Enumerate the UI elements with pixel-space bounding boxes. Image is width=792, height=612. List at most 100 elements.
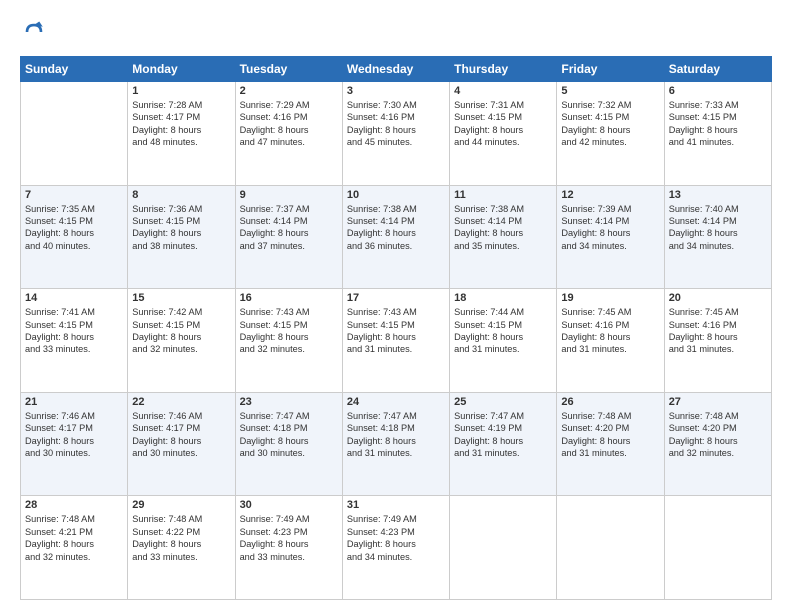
weekday-header-saturday: Saturday xyxy=(664,57,771,82)
cell-content: Sunrise: 7:48 AMSunset: 4:20 PMDaylight:… xyxy=(669,410,767,460)
day-number: 4 xyxy=(454,85,552,97)
day-number: 14 xyxy=(25,292,123,304)
cell-content: Sunrise: 7:45 AMSunset: 4:16 PMDaylight:… xyxy=(561,306,659,356)
day-number: 1 xyxy=(132,85,230,97)
cell-content: Sunrise: 7:29 AMSunset: 4:16 PMDaylight:… xyxy=(240,99,338,149)
calendar-cell: 27 Sunrise: 7:48 AMSunset: 4:20 PMDayligh… xyxy=(664,392,771,496)
page: SundayMondayTuesdayWednesdayThursdayFrid… xyxy=(0,0,792,612)
calendar-cell: 20Sunrise: 7:45 AMSunset: 4:16 PMDayligh… xyxy=(664,289,771,393)
day-number: 8 xyxy=(132,189,230,201)
day-number: 28 xyxy=(25,499,123,511)
calendar-cell: 22Sunrise: 7:46 AMSunset: 4:17 PMDayligh… xyxy=(128,392,235,496)
cell-content: Sunrise: 7:49 AMSunset: 4:23 PMDaylight:… xyxy=(347,513,445,563)
day-number: 27 xyxy=(669,396,767,408)
calendar-cell: 8 Sunrise: 7:36 AMSunset: 4:15 PMDaylight… xyxy=(128,185,235,289)
day-number: 2 xyxy=(240,85,338,97)
calendar-cell: 7 Sunrise: 7:35 AMSunset: 4:15 PMDaylight… xyxy=(21,185,128,289)
cell-content: Sunrise: 7:47 AMSunset: 4:19 PMDaylight:… xyxy=(454,410,552,460)
cell-content: Sunrise: 7:41 AMSunset: 4:15 PMDaylight:… xyxy=(25,306,123,356)
calendar-table: SundayMondayTuesdayWednesdayThursdayFrid… xyxy=(20,56,772,600)
cell-content: Sunrise: 7:46 AMSunset: 4:17 PMDaylight:… xyxy=(25,410,123,460)
day-number: 18 xyxy=(454,292,552,304)
cell-content: Sunrise: 7:38 AMSunset: 4:14 PMDaylight:… xyxy=(454,203,552,253)
cell-content: Sunrise: 7:30 AMSunset: 4:16 PMDaylight:… xyxy=(347,99,445,149)
weekday-header-wednesday: Wednesday xyxy=(342,57,449,82)
weekday-header-monday: Monday xyxy=(128,57,235,82)
calendar-cell: 3 Sunrise: 7:30 AMSunset: 4:16 PMDaylight… xyxy=(342,82,449,186)
cell-content: Sunrise: 7:38 AMSunset: 4:14 PMDaylight:… xyxy=(347,203,445,253)
cell-content: Sunrise: 7:39 AMSunset: 4:14 PMDaylight:… xyxy=(561,203,659,253)
calendar-row-2: 14 Sunrise: 7:41 AMSunset: 4:15 PMDayligh… xyxy=(21,289,772,393)
cell-content: Sunrise: 7:31 AMSunset: 4:15 PMDaylight:… xyxy=(454,99,552,149)
day-number: 6 xyxy=(669,85,767,97)
weekday-header-tuesday: Tuesday xyxy=(235,57,342,82)
calendar-cell: 5Sunrise: 7:32 AMSunset: 4:15 PMDaylight… xyxy=(557,82,664,186)
calendar-row-4: 28 Sunrise: 7:48 AMSunset: 4:21 PMDayligh… xyxy=(21,496,772,600)
day-number: 5 xyxy=(561,85,659,97)
calendar-cell: 14 Sunrise: 7:41 AMSunset: 4:15 PMDayligh… xyxy=(21,289,128,393)
day-number: 13 xyxy=(669,189,767,201)
cell-content: Sunrise: 7:40 AMSunset: 4:14 PMDaylight:… xyxy=(669,203,767,253)
logo xyxy=(20,18,52,46)
day-number: 29 xyxy=(132,499,230,511)
calendar-cell: 13 Sunrise: 7:40 AMSunset: 4:14 PMDayligh… xyxy=(664,185,771,289)
day-number: 11 xyxy=(454,189,552,201)
calendar-cell: 11 Sunrise: 7:38 AMSunset: 4:14 PMDayligh… xyxy=(450,185,557,289)
day-number: 19 xyxy=(561,292,659,304)
day-number: 30 xyxy=(240,499,338,511)
calendar-row-3: 21 Sunrise: 7:46 AMSunset: 4:17 PMDayligh… xyxy=(21,392,772,496)
calendar-cell: 28 Sunrise: 7:48 AMSunset: 4:21 PMDayligh… xyxy=(21,496,128,600)
header xyxy=(20,18,772,46)
calendar-cell: 30 Sunrise: 7:49 AMSunset: 4:23 PMDayligh… xyxy=(235,496,342,600)
calendar-cell xyxy=(450,496,557,600)
calendar-cell: 24Sunrise: 7:47 AMSunset: 4:18 PMDayligh… xyxy=(342,392,449,496)
day-number: 23 xyxy=(240,396,338,408)
day-number: 26 xyxy=(561,396,659,408)
calendar-cell: 18Sunrise: 7:44 AMSunset: 4:15 PMDayligh… xyxy=(450,289,557,393)
weekday-header-thursday: Thursday xyxy=(450,57,557,82)
cell-content: Sunrise: 7:35 AMSunset: 4:15 PMDaylight:… xyxy=(25,203,123,253)
cell-content: Sunrise: 7:42 AMSunset: 4:15 PMDaylight:… xyxy=(132,306,230,356)
cell-content: Sunrise: 7:45 AMSunset: 4:16 PMDaylight:… xyxy=(669,306,767,356)
cell-content: Sunrise: 7:48 AMSunset: 4:21 PMDaylight:… xyxy=(25,513,123,563)
cell-content: Sunrise: 7:36 AMSunset: 4:15 PMDaylight:… xyxy=(132,203,230,253)
day-number: 22 xyxy=(132,396,230,408)
calendar-cell xyxy=(557,496,664,600)
day-number: 17 xyxy=(347,292,445,304)
day-number: 31 xyxy=(347,499,445,511)
calendar-cell: 29 Sunrise: 7:48 AMSunset: 4:22 PMDayligh… xyxy=(128,496,235,600)
calendar-row-1: 7 Sunrise: 7:35 AMSunset: 4:15 PMDaylight… xyxy=(21,185,772,289)
day-number: 3 xyxy=(347,85,445,97)
calendar-cell xyxy=(21,82,128,186)
day-number: 15 xyxy=(132,292,230,304)
day-number: 10 xyxy=(347,189,445,201)
day-number: 12 xyxy=(561,189,659,201)
calendar-cell: 23Sunrise: 7:47 AMSunset: 4:18 PMDayligh… xyxy=(235,392,342,496)
calendar-cell: 25Sunrise: 7:47 AMSunset: 4:19 PMDayligh… xyxy=(450,392,557,496)
cell-content: Sunrise: 7:47 AMSunset: 4:18 PMDaylight:… xyxy=(347,410,445,460)
day-number: 21 xyxy=(25,396,123,408)
weekday-header-sunday: Sunday xyxy=(21,57,128,82)
weekday-header-friday: Friday xyxy=(557,57,664,82)
logo-icon xyxy=(20,18,48,46)
calendar-cell: 19 Sunrise: 7:45 AMSunset: 4:16 PMDayligh… xyxy=(557,289,664,393)
cell-content: Sunrise: 7:49 AMSunset: 4:23 PMDaylight:… xyxy=(240,513,338,563)
calendar-cell: 17 Sunrise: 7:43 AMSunset: 4:15 PMDayligh… xyxy=(342,289,449,393)
calendar-row-0: 1Sunrise: 7:28 AMSunset: 4:17 PMDaylight… xyxy=(21,82,772,186)
calendar-cell: 6 Sunrise: 7:33 AMSunset: 4:15 PMDaylight… xyxy=(664,82,771,186)
cell-content: Sunrise: 7:43 AMSunset: 4:15 PMDaylight:… xyxy=(347,306,445,356)
cell-content: Sunrise: 7:48 AMSunset: 4:22 PMDaylight:… xyxy=(132,513,230,563)
calendar-cell: 10 Sunrise: 7:38 AMSunset: 4:14 PMDayligh… xyxy=(342,185,449,289)
cell-content: Sunrise: 7:37 AMSunset: 4:14 PMDaylight:… xyxy=(240,203,338,253)
calendar-cell: 15 Sunrise: 7:42 AMSunset: 4:15 PMDayligh… xyxy=(128,289,235,393)
calendar-cell: 26Sunrise: 7:48 AMSunset: 4:20 PMDayligh… xyxy=(557,392,664,496)
calendar-cell: 31 Sunrise: 7:49 AMSunset: 4:23 PMDayligh… xyxy=(342,496,449,600)
calendar-cell xyxy=(664,496,771,600)
day-number: 7 xyxy=(25,189,123,201)
weekday-header-row: SundayMondayTuesdayWednesdayThursdayFrid… xyxy=(21,57,772,82)
day-number: 9 xyxy=(240,189,338,201)
cell-content: Sunrise: 7:33 AMSunset: 4:15 PMDaylight:… xyxy=(669,99,767,149)
calendar-cell: 2 Sunrise: 7:29 AMSunset: 4:16 PMDaylight… xyxy=(235,82,342,186)
calendar-cell: 16Sunrise: 7:43 AMSunset: 4:15 PMDayligh… xyxy=(235,289,342,393)
calendar-cell: 9 Sunrise: 7:37 AMSunset: 4:14 PMDaylight… xyxy=(235,185,342,289)
